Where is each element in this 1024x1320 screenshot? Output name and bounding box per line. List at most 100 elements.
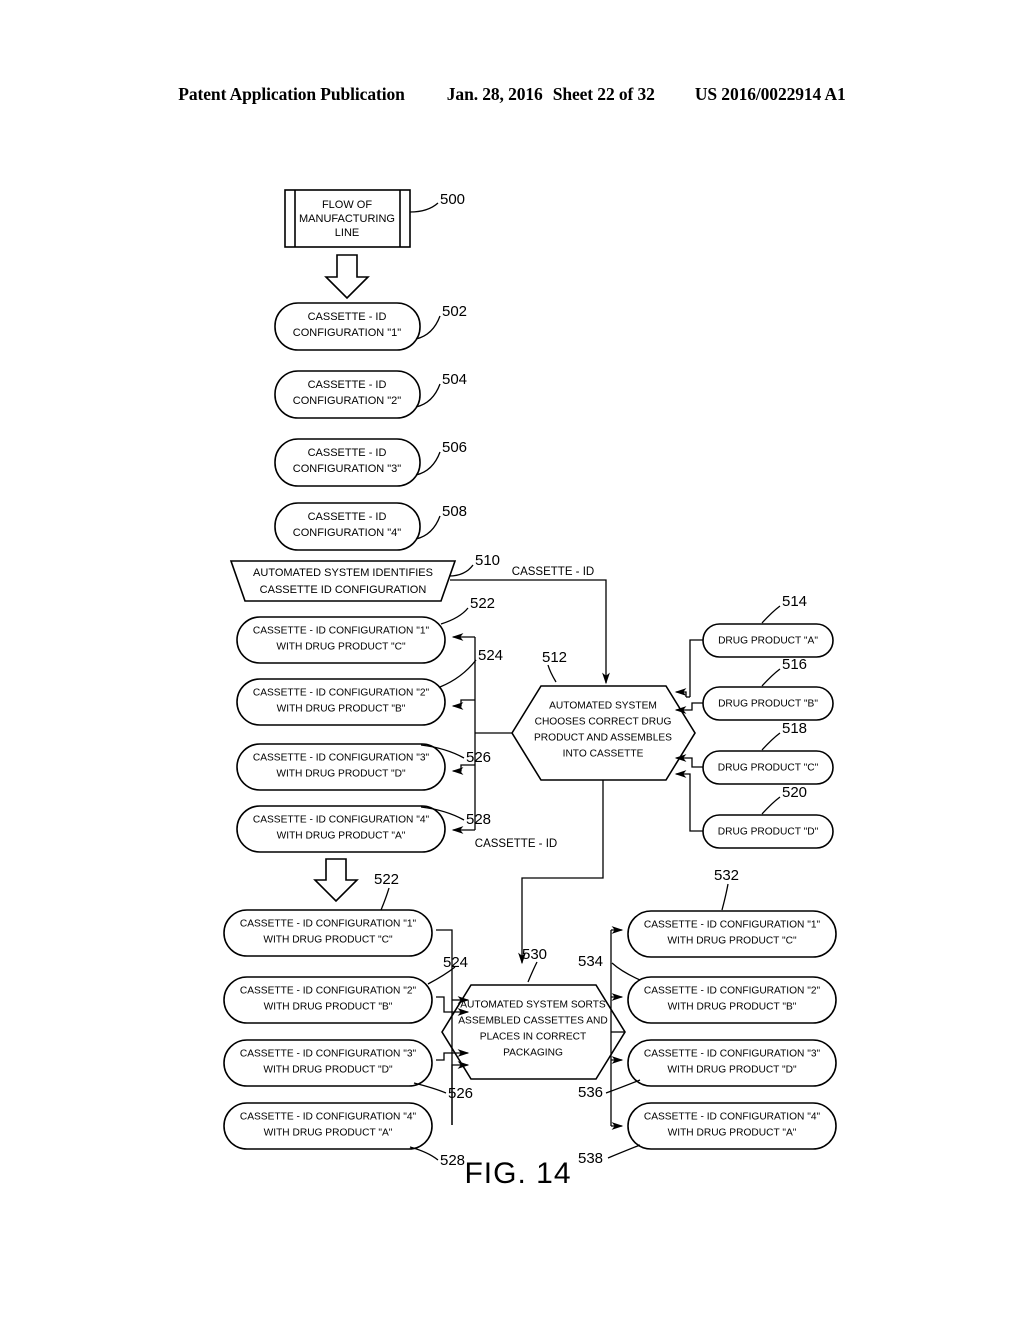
node-502-line2: CONFIGURATION "1" — [293, 327, 402, 339]
node-526-config3-drug-d: CASSETTE - ID CONFIGURATION "3" WITH DRU… — [236, 743, 491, 791]
patent-figure-page: Patent Application Publication Jan. 28, … — [0, 0, 1024, 1320]
ref-510: 510 — [475, 552, 500, 569]
node-538-line1: CASSETTE - ID CONFIGURATION "4" — [644, 1112, 821, 1123]
node-508-line1: CASSETTE - ID — [308, 511, 387, 523]
ref-538: 538 — [578, 1150, 603, 1167]
node-524-line2: WITH DRUG PRODUCT "B" — [277, 704, 406, 715]
node-526-line1: CASSETTE - ID CONFIGURATION "3" — [253, 753, 430, 764]
ref-500: 500 — [440, 191, 465, 208]
node-502-line1: CASSETTE - ID — [308, 311, 387, 323]
node-530-line2: ASSEMBLED CASSETTES AND — [458, 1016, 607, 1027]
block-arrow-to-second-output-column — [313, 858, 359, 903]
ref-514: 514 — [782, 593, 807, 610]
ref-502: 502 — [442, 303, 467, 320]
node-524-line1: CASSETTE - ID CONFIGURATION "2" — [253, 688, 430, 699]
ref-508: 508 — [442, 503, 467, 520]
node-526b-line1: CASSETTE - ID CONFIGURATION "3" — [240, 1049, 417, 1060]
ref-504: 504 — [442, 371, 467, 388]
ref-536: 536 — [578, 1084, 603, 1101]
node-520-line1: DRUG PRODUCT "D" — [718, 827, 819, 838]
node-508-line2: CONFIGURATION "4" — [293, 527, 402, 539]
node-500-line2: MANUFACTURING — [299, 213, 395, 225]
node-520-drug-product-d: DRUG PRODUCT "D" 520 — [702, 784, 834, 849]
node-512-line4: INTO CASSETTE — [563, 749, 644, 760]
node-526b-config3-drug-d: CASSETTE - ID CONFIGURATION "3" WITH DRU… — [223, 1039, 473, 1102]
node-506-line1: CASSETTE - ID — [308, 447, 387, 459]
node-534-line2: WITH DRUG PRODUCT "B" — [668, 1002, 797, 1013]
node-504-line1: CASSETTE - ID — [308, 379, 387, 391]
figure-14-flowchart: FLOW OF MANUFACTURING LINE 500 CASSETTE … — [223, 189, 837, 1190]
edge-label-cassette-id-bottom: CASSETTE - ID — [475, 838, 557, 850]
node-532-line1: CASSETTE - ID CONFIGURATION "1" — [644, 920, 821, 931]
node-522b-line2: WITH DRUG PRODUCT "C" — [263, 935, 393, 946]
node-518-line1: DRUG PRODUCT "C" — [718, 763, 819, 774]
ref-512: 512 — [542, 649, 567, 666]
node-532-config1-drug-c: CASSETTE - ID CONFIGURATION "1" WITH DRU… — [627, 867, 837, 958]
node-512-line2: CHOOSES CORRECT DRUG — [535, 717, 672, 728]
node-538-config4-drug-a: CASSETTE - ID CONFIGURATION "4" WITH DRU… — [578, 1102, 837, 1167]
node-524b-line1: CASSETTE - ID CONFIGURATION "2" — [240, 986, 417, 997]
node-528b-line1: CASSETTE - ID CONFIGURATION "4" — [240, 1112, 417, 1123]
node-528-line2: WITH DRUG PRODUCT "A" — [277, 831, 406, 842]
node-524b-line2: WITH DRUG PRODUCT "B" — [264, 1002, 393, 1013]
connector-510-to-512: CASSETTE - ID — [450, 563, 610, 685]
node-528b-line2: WITH DRUG PRODUCT "A" — [264, 1128, 393, 1139]
node-512-line1: AUTOMATED SYSTEM — [549, 701, 657, 712]
node-530-line4: PACKAGING — [503, 1048, 563, 1059]
node-522-line1: CASSETTE - ID CONFIGURATION "1" — [253, 626, 430, 637]
ref-522: 522 — [470, 595, 495, 612]
node-502-cassette-id-configuration-1: CASSETTE - ID CONFIGURATION "1" 502 — [274, 302, 467, 351]
figure-label: FIG. 14 — [464, 1157, 571, 1190]
ref-518: 518 — [782, 720, 807, 737]
node-506-cassette-id-configuration-3: CASSETTE - ID CONFIGURATION "3" 506 — [274, 438, 467, 487]
block-arrow-500-to-502 — [324, 254, 370, 300]
connector-drug-products-to-512 — [674, 639, 703, 832]
node-534-line1: CASSETTE - ID CONFIGURATION "2" — [644, 986, 821, 997]
ref-532: 532 — [714, 867, 739, 884]
node-518-drug-product-c: DRUG PRODUCT "C" 518 — [702, 720, 834, 785]
node-504-cassette-id-configuration-2: CASSETTE - ID CONFIGURATION "2" 504 — [274, 370, 467, 419]
node-500-line3: LINE — [335, 227, 359, 239]
node-536-config3-drug-d: CASSETTE - ID CONFIGURATION "3" WITH DRU… — [578, 1039, 837, 1101]
node-512-automated-system-chooses: AUTOMATED SYSTEM CHOOSES CORRECT DRUG PR… — [511, 649, 696, 781]
ref-528b: 528 — [440, 1152, 465, 1169]
node-528-config4-drug-a: CASSETTE - ID CONFIGURATION "4" WITH DRU… — [236, 805, 491, 853]
connector-512-to-530: CASSETTE - ID — [468, 780, 604, 965]
node-530-line3: PLACES IN CORRECT — [480, 1032, 586, 1043]
node-532-line2: WITH DRUG PRODUCT "C" — [667, 936, 797, 947]
node-510-line2: CASSETTE ID CONFIGURATION — [260, 584, 427, 596]
node-522-config1-drug-c: CASSETTE - ID CONFIGURATION "1" WITH DRU… — [236, 595, 495, 664]
node-526b-line2: WITH DRUG PRODUCT "D" — [263, 1065, 393, 1076]
ref-520: 520 — [782, 784, 807, 801]
connector-512-to-left-outputs — [451, 633, 512, 834]
node-512-line3: PRODUCT AND ASSEMBLES — [534, 733, 672, 744]
ref-534: 534 — [578, 953, 603, 970]
node-510-automated-system-identifies: AUTOMATED SYSTEM IDENTIFIES CASSETTE ID … — [229, 552, 500, 602]
node-524-config2-drug-b: CASSETTE - ID CONFIGURATION "2" WITH DRU… — [236, 647, 503, 726]
node-500-line1: FLOW OF — [322, 199, 372, 211]
ref-524: 524 — [478, 647, 503, 664]
node-514-line1: DRUG PRODUCT "A" — [718, 636, 818, 647]
node-514-drug-product-a: DRUG PRODUCT "A" 514 — [702, 593, 834, 658]
ref-528: 528 — [466, 811, 491, 828]
node-500-flow-of-manufacturing-line: FLOW OF MANUFACTURING LINE 500 — [284, 189, 465, 248]
node-506-line2: CONFIGURATION "3" — [293, 463, 402, 475]
node-536-line1: CASSETTE - ID CONFIGURATION "3" — [644, 1049, 821, 1060]
ref-522b: 522 — [374, 871, 399, 888]
ref-506: 506 — [442, 439, 467, 456]
node-516-line1: DRUG PRODUCT "B" — [718, 699, 818, 710]
node-516-drug-product-b: DRUG PRODUCT "B" 516 — [702, 656, 834, 721]
node-538-line2: WITH DRUG PRODUCT "A" — [668, 1128, 797, 1139]
node-522b-line1: CASSETTE - ID CONFIGURATION "1" — [240, 919, 417, 930]
ref-530: 530 — [522, 946, 547, 963]
node-534-config2-drug-b: CASSETTE - ID CONFIGURATION "2" WITH DRU… — [578, 953, 837, 1024]
node-522-line2: WITH DRUG PRODUCT "C" — [276, 642, 406, 653]
node-524b-config2-drug-b: CASSETTE - ID CONFIGURATION "2" WITH DRU… — [223, 954, 468, 1024]
node-530-line1: AUTOMATED SYSTEM SORTS — [460, 1000, 606, 1011]
node-508-cassette-id-configuration-4: CASSETTE - ID CONFIGURATION "4" 508 — [274, 502, 467, 551]
ref-526: 526 — [466, 749, 491, 766]
edge-label-cassette-id-top: CASSETTE - ID — [512, 566, 594, 578]
ref-524b: 524 — [443, 954, 468, 971]
node-526-line2: WITH DRUG PRODUCT "D" — [276, 769, 406, 780]
node-528-line1: CASSETTE - ID CONFIGURATION "4" — [253, 815, 430, 826]
